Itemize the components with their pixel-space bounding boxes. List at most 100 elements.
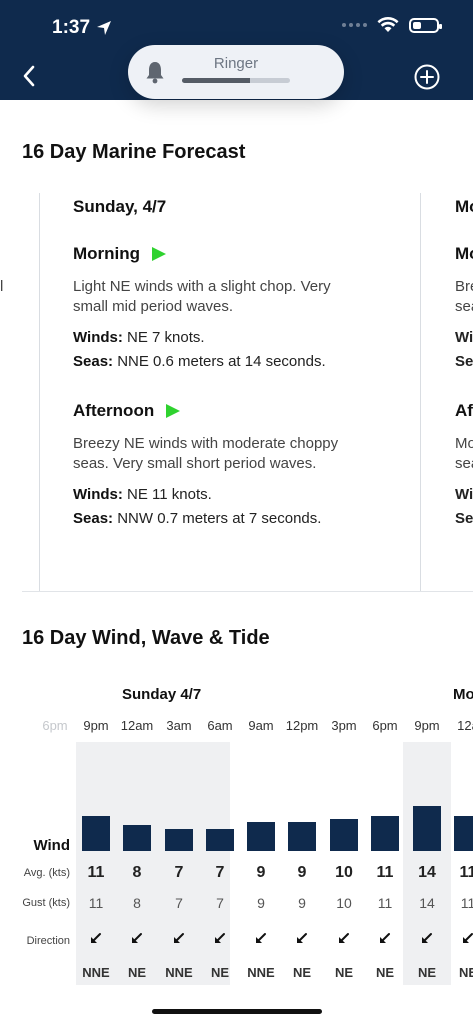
ringer-hud: Ringer [128, 45, 344, 99]
wind-bar [123, 825, 151, 851]
next-desc-line1: Bre [455, 278, 473, 295]
avg-wind-value: 9 [256, 864, 266, 881]
wind-direction-arrow-icon [380, 933, 390, 943]
time-label: 12pm [285, 718, 319, 733]
wind-direction-arrow-icon [422, 933, 432, 943]
time-label: 12am [120, 718, 154, 733]
status-time-text: 1:37 [52, 17, 91, 38]
next-seas: Se [455, 353, 473, 370]
add-circle-icon[interactable] [414, 64, 440, 90]
home-indicator[interactable] [152, 1009, 322, 1014]
time-label: 9pm [83, 718, 109, 733]
avg-wind-value: 11 [87, 864, 105, 881]
next-aseas: Se [455, 510, 473, 527]
avg-wind-value: 7 [174, 864, 184, 881]
next-adesc-line1: Mo [455, 435, 473, 452]
wind-bar [288, 822, 316, 851]
prev-card-clipped-text: l [0, 278, 4, 295]
morning-winds: Winds: NE 7 knots. [73, 329, 205, 346]
wind-direction-arrow-icon [215, 933, 225, 943]
wind-direction-text: NE [417, 965, 437, 980]
gust-wind-value: 14 [419, 895, 435, 911]
avg-wind-value: 9 [297, 864, 307, 881]
time-label: 9am [248, 718, 274, 733]
ringer-volume-bar [182, 78, 290, 83]
status-icons [342, 17, 442, 33]
afternoon-heading: Afternoon [73, 401, 181, 421]
wind-bar [330, 819, 358, 851]
next-day-title: Mo [455, 197, 473, 216]
avg-wind-value: 11 [376, 864, 394, 881]
wind-direction-arrow-icon [256, 933, 266, 943]
wind-direction-arrow-icon [339, 933, 349, 943]
next-winds: Wi [455, 329, 473, 346]
afternoon-desc-line1: Breezy NE winds with moderate choppy [73, 435, 339, 452]
wind-next-day-label: Mo [453, 686, 473, 703]
afternoon-title: Afternoon [73, 401, 155, 420]
back-chevron-icon[interactable] [18, 62, 42, 90]
play-icon [166, 404, 181, 418]
marine-forecast-title: 16 Day Marine Forecast [22, 141, 246, 163]
wind-direction-text: NE [458, 965, 473, 980]
wifi-icon [377, 17, 399, 32]
afternoon-desc-line2: seas. Very small short period waves. [73, 455, 317, 472]
ringer-label: Ringer [213, 55, 259, 72]
wind-row-label: Wind [33, 837, 70, 854]
wind-direction-text: NE [210, 965, 230, 980]
ringer-volume-fill [182, 78, 251, 83]
gust-wind-value: 11 [460, 895, 473, 911]
wind-direction-arrow-icon [91, 933, 101, 943]
wind-bar [454, 815, 473, 851]
gust-wind-value: 10 [336, 895, 352, 911]
morning-desc-line2: small mid period waves. [73, 298, 234, 315]
wind-direction-arrow-icon [463, 933, 473, 943]
battery-icon [409, 17, 442, 33]
morning-seas: Seas: NNE 0.6 meters at 14 seconds. [73, 353, 326, 370]
wind-direction-text: NNE [82, 965, 110, 980]
gust-wind-value: 8 [133, 895, 141, 911]
gust-row-label: Gust (kts) [22, 897, 70, 909]
avg-wind-value: 11 [459, 864, 473, 881]
next-afternoon-title: Af [455, 401, 473, 420]
wind-direction-text: NE [375, 965, 395, 980]
gust-wind-value: 11 [88, 895, 104, 911]
next-adesc-line2: sea [455, 455, 473, 472]
location-arrow-icon [97, 21, 112, 35]
forecast-card-next-clipped[interactable]: Mo Mo Bre sea Wi Se Af Mo sea Wi Se [420, 193, 473, 591]
avg-row-label: Avg. (kts) [23, 867, 70, 879]
time-label: 6am [207, 718, 233, 733]
wind-bar [206, 828, 234, 851]
avg-wind-value: 14 [418, 864, 436, 881]
morning-heading: Morning [73, 244, 167, 264]
gust-wind-value: 11 [377, 895, 393, 911]
wind-direction-arrow-icon [132, 933, 142, 943]
wind-section-title: 16 Day Wind, Wave & Tide [22, 627, 270, 649]
gust-wind-value: 7 [175, 895, 183, 911]
time-label: 9pm [414, 718, 440, 733]
wind-bar [82, 815, 110, 851]
wind-direction-text: NE [334, 965, 354, 980]
afternoon-winds: Winds: NE 11 knots. [73, 486, 212, 503]
wind-direction-arrow-icon [297, 933, 307, 943]
time-label: 3am [166, 718, 192, 733]
direction-row-label: Direction [26, 935, 70, 947]
next-desc-line2: sea [455, 298, 473, 315]
avg-wind-value: 8 [132, 864, 142, 881]
play-icon [152, 247, 167, 261]
wind-bar [413, 806, 441, 851]
time-label: 6pm [372, 718, 398, 733]
time-label: 3pm [331, 718, 357, 733]
wind-direction-text: NE [127, 965, 147, 980]
time-label: 12a [457, 718, 473, 733]
time-label: 6pm [42, 718, 68, 733]
next-awinds: Wi [455, 486, 473, 503]
wind-bar [247, 822, 275, 851]
cellular-signal-icon [342, 23, 367, 27]
forecast-card-sunday[interactable]: Sunday, 4/7 Morning Light NE winds with … [39, 193, 420, 591]
wind-direction-text: NNE [165, 965, 193, 980]
avg-wind-value: 10 [335, 864, 353, 881]
gust-wind-value: 7 [216, 895, 224, 911]
section-divider [22, 591, 473, 592]
status-time: 1:37 [52, 17, 112, 39]
morning-title: Morning [73, 244, 141, 263]
